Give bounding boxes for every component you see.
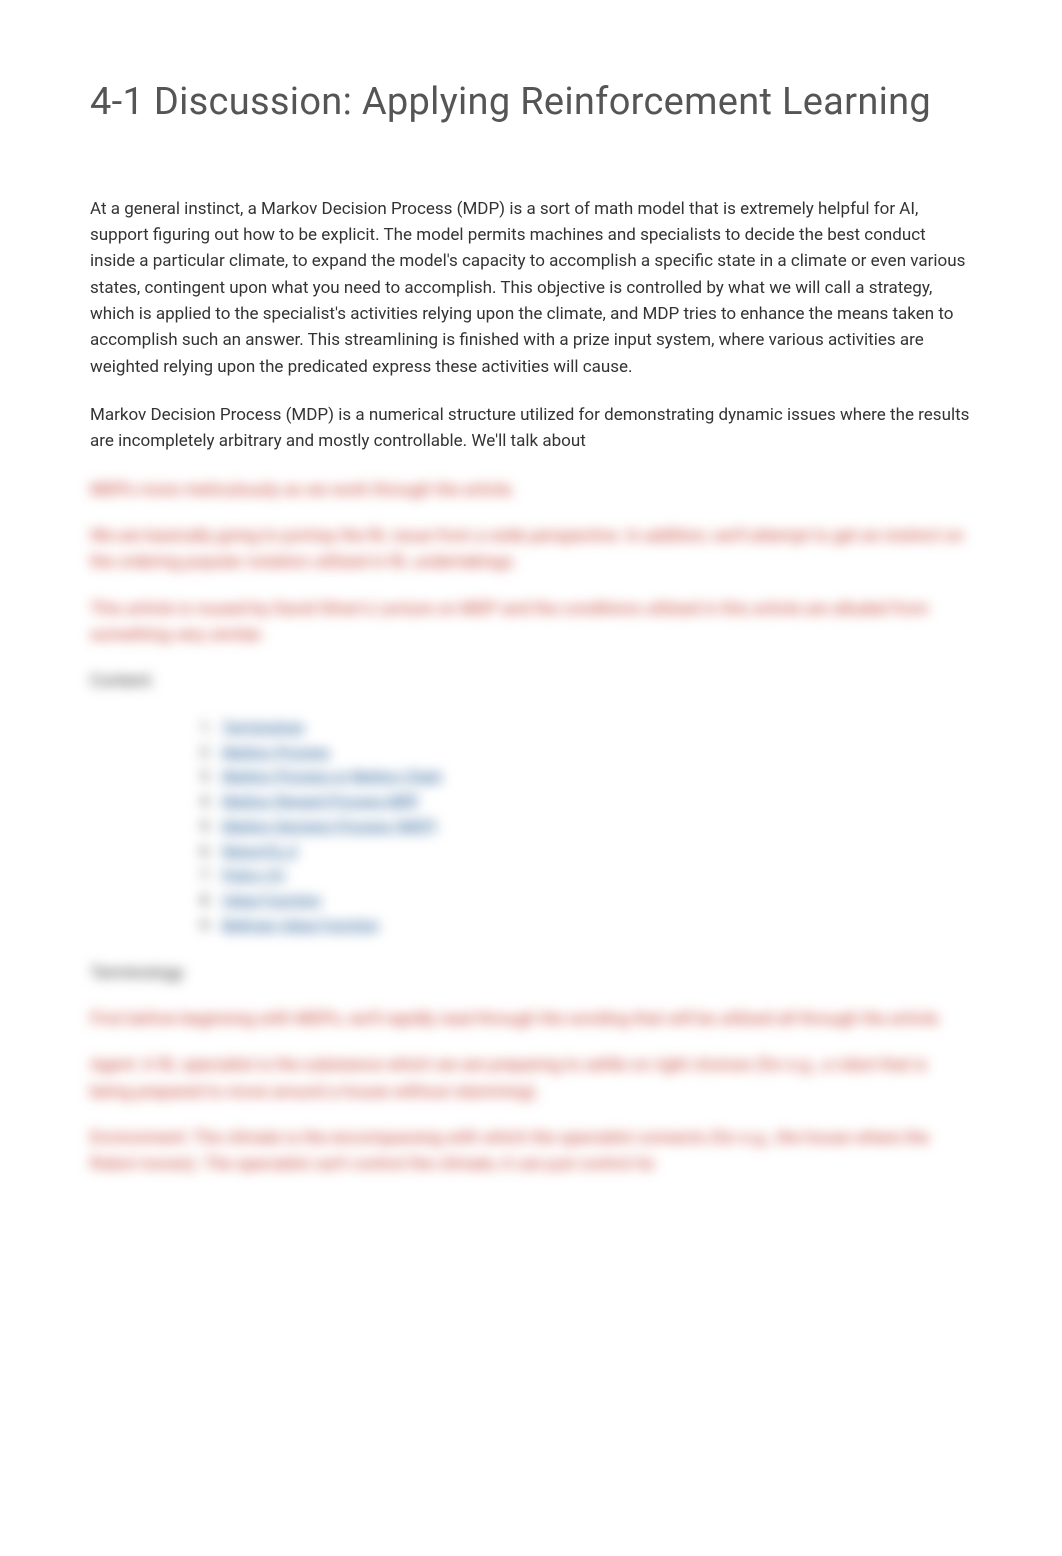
blurred-line-3: This article is roused by David Silver's… [90,596,972,649]
blurred-line-1: MDPs more meticulously as we work throug… [90,477,972,503]
blurred-line-2: We are basically going to portray the RL… [90,523,972,576]
blurred-line-4: First before beginning with MDPs, we'll … [90,1006,972,1032]
list-item: 3.Markov Process or Markov Chain [200,764,972,789]
list-item: 5.Markov Decision Process (MDP) [200,814,972,839]
list-item: 1.Terminology [200,715,972,740]
list-item: 6.Return(G_t) [200,839,972,864]
list-item: 2.Markov Process [200,740,972,765]
blurred-line-5: Agent: A RL specialist is the substance … [90,1052,972,1105]
blurred-content: MDPs more meticulously as we work throug… [90,477,972,1178]
list-item: 9.Bellman Value Function [200,913,972,938]
list-item: 7.Policy (π) [200,863,972,888]
paragraph-mdp: Markov Decision Process (MDP) is a numer… [90,402,972,455]
toc-list: 1.Terminology 2.Markov Process 3.Markov … [90,715,972,938]
paragraph-intro: At a general instinct, a Markov Decision… [90,196,972,380]
content-label: Content: [90,668,972,694]
list-item: 4.Markov Reward Process MRP [200,789,972,814]
page-title: 4-1 Discussion: Applying Reinforcement L… [90,80,972,126]
terminology-label: Terminology [90,960,972,986]
blurred-line-6: Environment: The climate is the encompas… [90,1125,972,1178]
list-item: 8.Value Function [200,888,972,913]
